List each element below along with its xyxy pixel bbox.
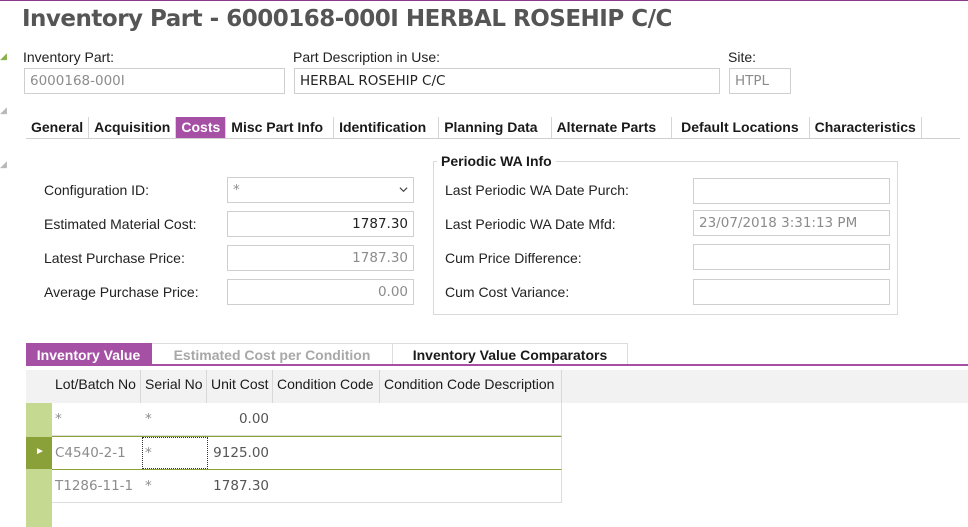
estimated-material-cost-label: Estimated Material Cost: (44, 216, 197, 232)
tab-acquisition[interactable]: Acquisition (89, 117, 177, 138)
play-arrow-icon: ► (35, 446, 45, 457)
tab-default-locations[interactable]: Default Locations (672, 117, 810, 138)
column-header-unit-cost[interactable]: Unit Cost (207, 370, 273, 403)
part-description-field[interactable]: HERBAL ROSEHIP C/C (294, 68, 720, 94)
last-periodic-wa-date-purch-label: Last Periodic WA Date Purch: (445, 182, 629, 198)
cell-serial-no: * (145, 478, 152, 494)
table-row-selected[interactable]: C4540-2-1 * 9125.00 (52, 436, 562, 470)
inventory-part-field[interactable]: 6000168-000I (24, 68, 285, 94)
subtab-inventory-value-comparators[interactable]: Inventory Value Comparators (393, 343, 628, 365)
cum-price-difference-label: Cum Price Difference: (445, 250, 582, 266)
latest-purchase-price-field[interactable]: 1787.30 (227, 245, 414, 271)
cell-serial-no-focused[interactable]: * (142, 437, 208, 469)
chevron-down-icon[interactable] (399, 185, 408, 194)
cum-cost-variance-field[interactable] (693, 279, 890, 305)
estimated-material-cost-field[interactable]: 1787.30 (227, 211, 414, 237)
part-description-label: Part Description in Use: (293, 49, 441, 65)
cell-unit-cost: 0.00 (238, 411, 269, 427)
cell-lot-batch: T1286-11-1 (55, 478, 134, 494)
table-row[interactable]: T1286-11-1 * 1787.30 (52, 470, 562, 503)
last-periodic-wa-date-mfd-field[interactable]: 23/07/2018 3:31:13 PM (693, 210, 890, 236)
inventory-part-label: Inventory Part: (23, 49, 115, 65)
average-purchase-price-label: Average Purchase Price: (44, 284, 199, 300)
column-header-lot-batch[interactable]: Lot/Batch No (52, 370, 141, 403)
periodic-wa-title: Periodic WA Info (437, 153, 556, 169)
column-header-serial-no[interactable]: Serial No (141, 370, 207, 403)
column-header-condition-code-description[interactable]: Condition Code Description (380, 370, 562, 403)
site-field[interactable]: HTPL (729, 68, 791, 94)
tab-misc-part-info[interactable]: Misc Part Info (226, 117, 335, 138)
average-purchase-price-field[interactable]: 0.00 (227, 279, 414, 305)
last-periodic-wa-date-mfd-label: Last Periodic WA Date Mfd: (445, 216, 616, 232)
subtab-inventory-value[interactable]: Inventory Value (26, 343, 152, 365)
cell-lot-batch: C4540-2-1 (55, 445, 126, 461)
top-accent-line (0, 0, 968, 1)
current-row-indicator: ► (26, 437, 52, 469)
page-title: Inventory Part - 6000168-000I HERBAL ROS… (22, 6, 672, 32)
expand-header-icon[interactable]: ◢ (0, 52, 7, 61)
tab-characteristics[interactable]: Characteristics (810, 117, 922, 138)
column-header-condition-code[interactable]: Condition Code (273, 370, 380, 403)
tab-planning-data[interactable]: Planning Data (439, 117, 552, 138)
collapse-marker-icon: ◢ (0, 105, 7, 115)
tab-alternate-parts[interactable]: Alternate Parts (552, 117, 673, 138)
main-tab-bar: General Acquisition Costs Misc Part Info… (26, 117, 960, 139)
tab-identification[interactable]: Identification (334, 117, 440, 138)
configuration-id-label: Configuration ID: (44, 182, 150, 198)
latest-purchase-price-label: Latest Purchase Price: (44, 250, 185, 266)
cell-lot-batch: * (55, 411, 62, 427)
cell-unit-cost: 9125.00 (213, 445, 269, 461)
cell-unit-cost: 1787.30 (213, 478, 269, 494)
site-label: Site: (728, 49, 757, 65)
configuration-id-select[interactable]: * (227, 177, 414, 203)
last-periodic-wa-date-purch-field[interactable] (693, 178, 890, 204)
collapse-marker-icon: ◢ (0, 159, 7, 169)
subtab-underline (26, 364, 968, 366)
table-row[interactable]: * * 0.00 (52, 403, 562, 436)
sub-tab-bar: Inventory Value Estimated Cost per Condi… (26, 343, 628, 365)
subtab-estimated-cost-per-condition: Estimated Cost per Condition (152, 343, 393, 365)
cell-serial-no: * (145, 411, 152, 427)
cum-price-difference-field[interactable] (693, 244, 890, 270)
configuration-id-value: * (233, 182, 240, 198)
tab-costs[interactable]: Costs (176, 117, 227, 138)
cum-cost-variance-label: Cum Cost Variance: (445, 284, 570, 300)
tab-general[interactable]: General (26, 117, 90, 138)
